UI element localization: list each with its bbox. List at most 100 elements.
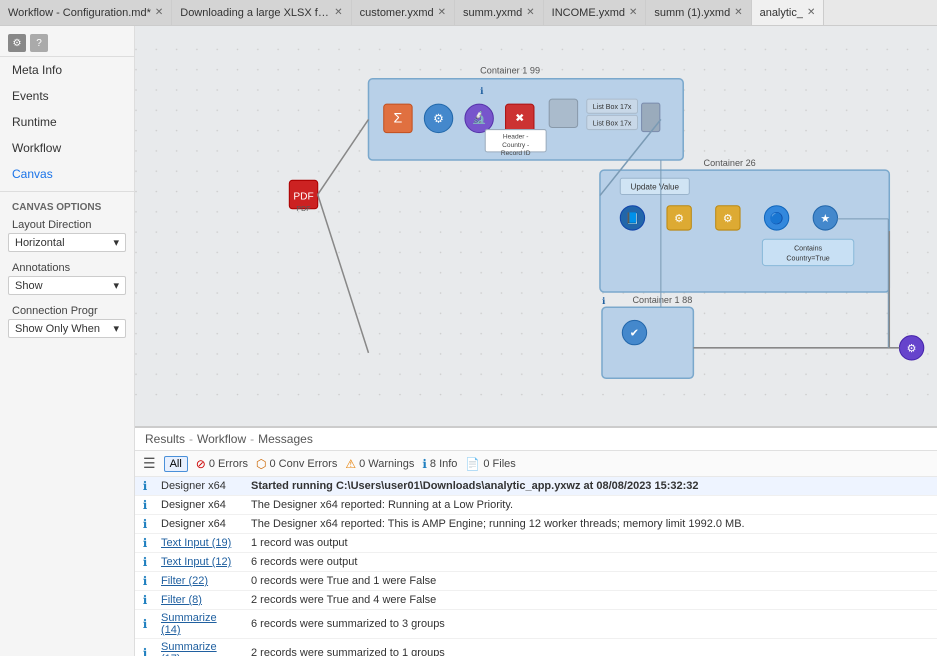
tab-tab2[interactable]: Downloading a large XLSX file from a U..… [172, 0, 351, 25]
tab-close-icon[interactable]: ✕ [807, 7, 815, 18]
canvas-area: Container 1 99 Σ ⚙ 🔬 ✖ List Box 17x [135, 26, 937, 656]
layout-direction-label: Layout Direction [0, 215, 134, 233]
file-icon: 📄 [465, 457, 480, 471]
source-link[interactable]: Summarize (17) [161, 641, 217, 656]
info-status: ℹ 8 Info [422, 457, 457, 471]
sidebar-nav-item-runtime[interactable]: Runtime [0, 109, 134, 135]
layout-direction-select[interactable]: Horizontal ▾ [8, 233, 126, 252]
log-row: ℹ Designer x64 Started running C:\Users\… [135, 477, 937, 496]
row-source-cell: Designer x64 [155, 496, 245, 515]
connection-progress-value: Show Only When [15, 323, 100, 335]
source-link[interactable]: Text Input (19) [161, 537, 231, 549]
row-message-cell: 2 records were True and 4 were False [245, 591, 937, 610]
results-sep-2: - [250, 432, 254, 446]
results-messages: Messages [258, 432, 313, 446]
log-row: ℹ Designer x64 The Designer x64 reported… [135, 515, 937, 534]
settings-icon[interactable]: ⚙ [8, 34, 26, 52]
svg-text:⚙: ⚙ [723, 213, 733, 225]
row-message-cell: 6 records were output [245, 553, 937, 572]
row-message-cell: 2 records were summarized to 1 groups [245, 639, 937, 656]
tab-close-icon[interactable]: ✕ [334, 7, 342, 18]
results-header: Results - Workflow - Messages [135, 428, 937, 451]
chevron-down-icon-2: ▾ [113, 279, 119, 292]
svg-text:Container 26: Container 26 [704, 158, 756, 168]
row-source-cell[interactable]: Text Input (12) [155, 553, 245, 572]
log-row: ℹ Text Input (19) 1 record was output [135, 534, 937, 553]
tab-close-icon[interactable]: ✕ [155, 7, 163, 18]
row-icon-cell: ℹ [135, 639, 155, 656]
row-icon-cell: ℹ [135, 477, 155, 496]
source-link[interactable]: Filter (8) [161, 594, 202, 606]
source-link[interactable]: Filter (22) [161, 575, 208, 587]
log-row: ℹ Filter (8) 2 records were True and 4 w… [135, 591, 937, 610]
tab-close-icon[interactable]: ✕ [734, 7, 742, 18]
sidebar-nav-item-canvas[interactable]: Canvas [0, 161, 134, 187]
sidebar-nav-item-events[interactable]: Events [0, 83, 134, 109]
info-row-icon: ℹ [143, 617, 148, 631]
svg-text:Country -: Country - [502, 142, 529, 149]
svg-text:Contains: Contains [794, 244, 822, 252]
source-text: Designer x64 [161, 499, 226, 511]
svg-text:List Box 17x: List Box 17x [593, 103, 632, 111]
tab-label: analytic_ [760, 7, 803, 19]
tab-label: summ.yxmd [463, 7, 522, 19]
row-message-cell: 6 records were summarized to 3 groups [245, 610, 937, 639]
svg-text:🔬: 🔬 [472, 109, 487, 124]
svg-text:Update Value: Update Value [631, 182, 680, 191]
canvas-viewport[interactable]: Container 1 99 Σ ⚙ 🔬 ✖ List Box 17x [135, 26, 937, 426]
row-source-cell[interactable]: Filter (8) [155, 591, 245, 610]
tab-tab3[interactable]: customer.yxmd✕ [352, 0, 455, 25]
conv-errors-label: 0 Conv Errors [269, 458, 337, 470]
row-icon-cell: ℹ [135, 591, 155, 610]
results-workflow: Workflow [197, 432, 246, 446]
sidebar-nav-item-meta-info[interactable]: Meta Info [0, 57, 134, 83]
tab-tab7[interactable]: analytic_ ✕ [752, 0, 825, 26]
sidebar-canvas-options: CANVAS OPTIONS Layout Direction Horizont… [0, 196, 134, 344]
svg-text:⚙: ⚙ [433, 111, 444, 125]
results-title: Results [145, 432, 185, 446]
error-icon: ⊘ [196, 457, 206, 471]
sidebar-nav-item-workflow[interactable]: Workflow [0, 135, 134, 161]
svg-text:⚙: ⚙ [674, 213, 684, 225]
info-row-icon: ℹ [143, 593, 148, 607]
row-message-cell: Started running C:\Users\user01\Download… [245, 477, 937, 496]
row-source-cell[interactable]: Summarize (14) [155, 610, 245, 639]
tab-tab5[interactable]: INCOME.yxmd✕ [544, 0, 647, 25]
info-row-icon: ℹ [143, 479, 148, 493]
info-label: 8 Info [430, 458, 458, 470]
source-link[interactable]: Summarize (14) [161, 612, 217, 636]
log-row: ℹ Filter (22) 0 records were True and 1 … [135, 572, 937, 591]
tab-close-icon[interactable]: ✕ [438, 7, 446, 18]
tab-tab4[interactable]: summ.yxmd ✕ [455, 0, 544, 25]
row-source-cell[interactable]: Summarize (17) [155, 639, 245, 656]
row-source-cell: Designer x64 [155, 477, 245, 496]
list-icon[interactable]: ☰ [143, 455, 156, 472]
canvas-options-title: CANVAS OPTIONS [0, 196, 134, 215]
row-message-cell: 1 record was output [245, 534, 937, 553]
svg-text:PDF: PDF [293, 192, 313, 203]
errors-status: ⊘ 0 Errors [196, 457, 248, 471]
tab-tab1[interactable]: Workflow - Configuration.md*✕ [0, 0, 172, 25]
source-link[interactable]: Text Input (12) [161, 556, 231, 568]
tab-close-icon[interactable]: ✕ [629, 7, 637, 18]
svg-text:Record ID: Record ID [501, 150, 531, 157]
main-container: ⚙ ? Meta InfoEventsRuntimeWorkflowCanvas… [0, 26, 937, 656]
conv-errors-status: ⬡ 0 Conv Errors [256, 457, 337, 471]
all-button[interactable]: All [164, 456, 188, 472]
row-icon-cell: ℹ [135, 515, 155, 534]
connection-progress-select[interactable]: Show Only When ▾ [8, 319, 126, 338]
sidebar-nav: Meta InfoEventsRuntimeWorkflowCanvas [0, 57, 134, 187]
help-icon[interactable]: ? [30, 34, 48, 52]
annotations-select[interactable]: Show ▾ [8, 276, 126, 295]
row-source-cell[interactable]: Filter (22) [155, 572, 245, 591]
svg-text:📘: 📘 [625, 212, 639, 225]
svg-text:ℹ: ℹ [480, 86, 484, 96]
row-source-cell[interactable]: Text Input (19) [155, 534, 245, 553]
chevron-down-icon: ▾ [113, 236, 119, 249]
tab-label: summ (1).yxmd [654, 7, 730, 19]
chevron-down-icon-3: ▾ [113, 322, 119, 335]
tab-tab6[interactable]: summ (1).yxmd ✕ [646, 0, 751, 25]
tab-close-icon[interactable]: ✕ [526, 7, 534, 18]
row-message-cell: The Designer x64 reported: Running at a … [245, 496, 937, 515]
connection-progress-label: Connection Progr [0, 301, 134, 319]
